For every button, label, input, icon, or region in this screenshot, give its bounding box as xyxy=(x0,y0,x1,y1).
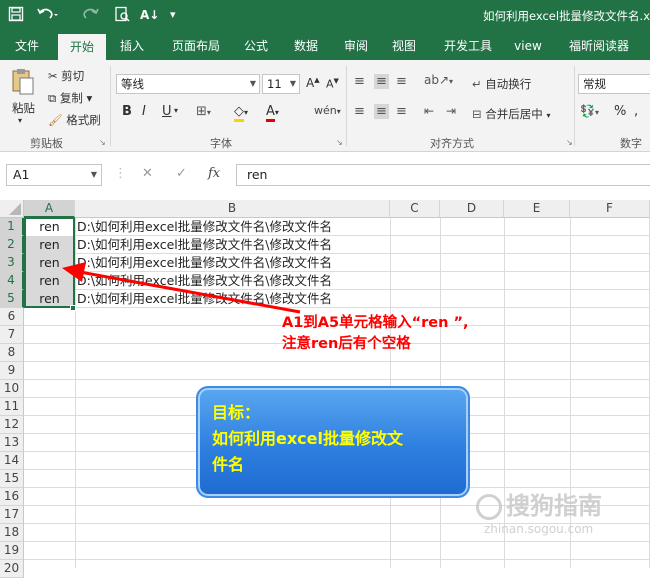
goal-callout-box: 目标： 如何利用excel批量修改文 件名 xyxy=(196,386,470,498)
goal-line-2: 如何利用excel批量修改文 xyxy=(212,429,403,448)
annotation-line-1: A1到A5单元格输入“ren ”, xyxy=(282,315,469,331)
sogou-logo-icon xyxy=(476,494,502,520)
annotation-line-2: 注意ren后有个空格 xyxy=(282,336,411,352)
goal-line-3: 件名 xyxy=(212,455,245,474)
watermark-url: zhinan.sogou.com xyxy=(484,522,594,536)
goal-line-1: 目标： xyxy=(212,403,261,422)
watermark-brand: 搜狗指南 xyxy=(476,486,602,521)
watermark-brand-text: 搜狗指南 xyxy=(506,492,602,520)
